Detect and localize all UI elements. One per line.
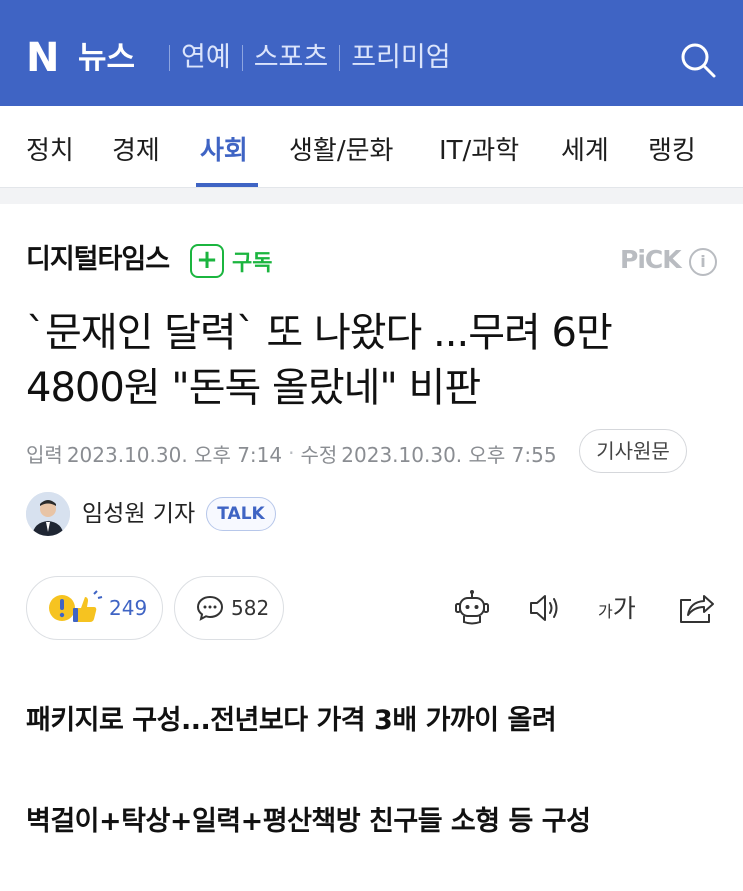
tab-economy[interactable]: 경제	[112, 134, 160, 168]
section-divider	[0, 188, 743, 204]
search-icon[interactable]	[676, 38, 720, 82]
published-date: 2023.10.30. 오후 7:14	[66, 442, 283, 467]
plus-icon: +	[190, 244, 224, 278]
nav-divider	[169, 45, 170, 71]
nav-divider	[241, 45, 243, 71]
article-dates: 입력 2023.10.30. 오후 7:14 · 수정 2023.10.30. …	[26, 438, 557, 468]
tab-life-culture[interactable]: 생활/문화	[289, 134, 393, 168]
reaction-button[interactable]: 249	[26, 576, 163, 640]
article-title-line2: 4800원 "돈독 올랐네" 비판	[26, 365, 481, 411]
robot-summary-icon[interactable]	[452, 588, 492, 628]
font-size-small: 가	[598, 602, 613, 621]
modified-date: 2023.10.30. 오후 7:55	[341, 442, 557, 467]
comment-count: 582	[231, 596, 270, 620]
article-title: `문재인 달력` 또 나왔다 ...무려 6만 4800원 "돈독 올랐네" 비…	[26, 306, 716, 416]
tab-politics[interactable]: 정치	[26, 134, 74, 168]
top-nav-entertainment[interactable]: 연예	[181, 38, 231, 78]
tab-society[interactable]: 사회	[200, 134, 248, 168]
pick-badge: PiCK	[620, 245, 682, 274]
top-nav-sports[interactable]: 스포츠	[254, 38, 329, 78]
meta-dot: ·	[288, 441, 295, 465]
talk-button[interactable]: TALK	[206, 497, 276, 531]
reaction-count: 249	[109, 596, 148, 620]
speaker-icon[interactable]	[526, 588, 566, 628]
top-nav: 연예 스포츠 프리미엄	[158, 38, 451, 78]
naver-logo[interactable]: N	[26, 38, 62, 78]
modified-label: 수정	[300, 442, 338, 467]
share-icon[interactable]	[676, 588, 716, 628]
published-label: 입력	[26, 442, 63, 467]
info-icon[interactable]: i	[689, 248, 717, 276]
category-tabs: 정치 경제 사회 생활/문화 IT/과학 세계 랭킹	[0, 106, 743, 188]
reaction-icon	[47, 588, 103, 628]
comment-icon	[195, 593, 225, 623]
subscribe-label: 구독	[232, 251, 273, 276]
font-size-large: 가	[612, 594, 636, 623]
article-subhead-2: 벽걸이+탁상+일력+평산책방 친구들 소형 등 구성	[26, 806, 591, 837]
article-subhead-1: 패키지로 구성...전년보다 가격 3배 가까이 올려	[26, 705, 557, 736]
comment-button[interactable]: 582	[174, 576, 284, 640]
tab-world[interactable]: 세계	[561, 134, 609, 168]
press-logo[interactable]: 디지털타임스	[26, 242, 170, 278]
news-brand[interactable]: 뉴스	[78, 38, 135, 78]
article-title-line1: `문재인 달력` 또 나왔다 ...무려 6만	[26, 310, 613, 356]
top-bar: N 뉴스 연예 스포츠 프리미엄	[0, 0, 743, 106]
reporter-avatar[interactable]	[26, 492, 70, 536]
subscribe-button[interactable]: + 구독	[190, 244, 272, 278]
top-nav-premium[interactable]: 프리미엄	[351, 38, 450, 78]
nav-divider	[339, 45, 341, 71]
tab-ranking[interactable]: 랭킹	[648, 134, 696, 168]
font-size-icon[interactable]: 가가	[598, 592, 636, 629]
active-tab-indicator	[196, 183, 258, 187]
original-article-button[interactable]: 기사원문	[579, 429, 687, 473]
tab-it-science[interactable]: IT/과학	[439, 134, 519, 168]
reporter-name[interactable]: 임성원 기자	[82, 498, 195, 530]
